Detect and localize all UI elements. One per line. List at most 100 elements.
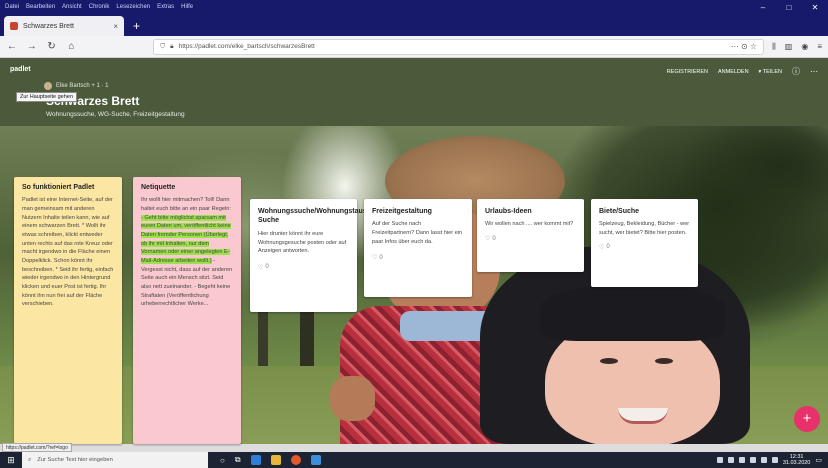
page-subtitle: Wohnungssuche, WG-Suche, Freizeitgestalt…	[46, 111, 185, 118]
card-title: So funktioniert Padlet	[22, 184, 95, 191]
padlet-header: padlet Elke Bartsch + 1 · 1 Zur Hauptsei…	[0, 58, 828, 126]
maximize-icon[interactable]: □	[776, 3, 802, 12]
comment-count: 0	[379, 254, 383, 261]
card-body-text: Ihr wollt hier mitmachen? Toll! Dann hal…	[141, 197, 231, 213]
share-button[interactable]: ▾ TEILEN	[759, 69, 782, 75]
comment-icon: ♡	[258, 264, 264, 271]
url-text: https://padlet.com/elke_bartsch/schwarze…	[178, 43, 315, 50]
card-title: Biete/Suche	[599, 208, 640, 215]
minimize-icon[interactable]: –	[750, 3, 776, 12]
nav-bar: ← → ↻ ⌂ ⛉ 🔒︎ https://padlet.com/elke_bar…	[0, 36, 828, 58]
tab-strip: Schwarzes Brett × +	[0, 14, 828, 36]
card-title: Netiquette	[141, 184, 176, 191]
lock-icon: 🔒︎	[170, 42, 174, 50]
menu-item-tools[interactable]: Extras	[157, 4, 174, 10]
task-view-icon[interactable]: ⧉	[235, 455, 241, 465]
home-icon[interactable]: ⌂	[65, 41, 77, 52]
windows-start-icon[interactable]: ⊞	[0, 455, 22, 466]
info-icon[interactable]: ⓘ	[792, 66, 800, 77]
taskbar-search-placeholder: Zur Suche Text hier eingeben	[37, 457, 113, 463]
library-icon[interactable]: ⫼	[772, 42, 776, 52]
window-titlebar: Datei Bearbeiten Ansicht Chronik Lesezei…	[0, 0, 828, 14]
card-body: Hier drunter könnt ihr eure Wohnungsgesu…	[258, 230, 347, 255]
address-bar[interactable]: ⛉ 🔒︎ https://padlet.com/elke_bartsch/sch…	[153, 38, 765, 55]
forward-icon[interactable]: →	[26, 41, 38, 52]
comment-count: 0	[492, 235, 496, 242]
card-comments[interactable]: ♡ 0	[599, 244, 690, 251]
extension-icon[interactable]: ◉	[801, 42, 808, 52]
edge-icon[interactable]	[250, 455, 261, 465]
card-comments[interactable]: ♡ 0	[372, 254, 464, 262]
menu-bar: Datei Bearbeiten Ansicht Chronik Lesezei…	[0, 4, 193, 10]
add-post-button[interactable]: +	[794, 406, 820, 432]
close-tab-icon[interactable]: ×	[113, 22, 118, 31]
tab-title: Schwarzes Brett	[23, 22, 74, 30]
mail-icon[interactable]	[310, 455, 321, 465]
card-body-highlight: - Geht bitte möglichst sparsam mit euren…	[141, 214, 231, 265]
card-body: Wir wollen nach .... wer kommt mit?	[485, 221, 574, 228]
card-freizeitgestaltung[interactable]: Freizeitgestaltung Auf der Suche nach Fr…	[364, 199, 472, 297]
menu-item-help[interactable]: Hilfe	[181, 4, 193, 10]
comment-icon: ♡	[372, 255, 378, 262]
close-window-icon[interactable]: ✕	[802, 3, 828, 12]
card-urlaubs-ideen[interactable]: Urlaubs-Ideen Wir wollen nach .... wer k…	[477, 199, 584, 272]
menu-item-history[interactable]: Chronik	[89, 4, 110, 10]
back-icon[interactable]: ←	[6, 41, 18, 52]
card-title: Urlaubs-Ideen	[485, 208, 532, 215]
card-body: Padlet ist eine Internet-Seite, auf der …	[22, 197, 114, 308]
clock[interactable]: 12:31 31.03.2020	[783, 454, 811, 466]
search-icon: ⌕	[28, 456, 32, 463]
toolbar-right: ⫼ ▥ ◉ ≡	[772, 42, 822, 52]
cortana-icon[interactable]: ○	[220, 456, 225, 465]
browser-tab[interactable]: Schwarzes Brett ×	[4, 16, 124, 36]
shield-icon[interactable]: ⛉	[160, 43, 165, 51]
menu-item-bookmarks[interactable]: Lesezeichen	[116, 4, 150, 10]
more-icon[interactable]: ⋯	[810, 67, 818, 76]
register-button[interactable]: REGISTRIEREN	[667, 69, 708, 75]
card-comments[interactable]: ♡ 0	[258, 264, 349, 271]
padlet-author[interactable]: Elke Bartsch + 1 · 1	[44, 82, 109, 90]
taskbar-apps: ○ ⧉	[208, 455, 321, 465]
card-body: Auf der Suche nach Freizeitpartnern? Dan…	[372, 221, 463, 245]
windows-taskbar: ⊞ ⌕ Zur Suche Text hier eingeben ○ ⧉ 12:…	[0, 452, 828, 468]
menu-item-view[interactable]: Ansicht	[62, 4, 82, 10]
login-button[interactable]: ANMELDEN	[718, 69, 749, 75]
menu-item-edit[interactable]: Bearbeiten	[26, 4, 55, 10]
card-title: Freizeitgestaltung	[372, 208, 432, 215]
network-icon[interactable]	[760, 457, 767, 463]
system-tray: 12:31 31.03.2020 ▭	[716, 454, 828, 466]
card-body: Spielzeug, Bekleidung, Bücher - wer such…	[599, 221, 690, 237]
notification-icon[interactable]: ▭	[815, 456, 822, 464]
card-title: Wohnungssuche/Wohnungstausch/WG-Suche	[258, 208, 392, 225]
reload-icon[interactable]: ↻	[46, 41, 58, 52]
comment-icon: ♡	[485, 236, 491, 243]
woman-eye-shape	[600, 358, 618, 364]
menu-item-file[interactable]: Datei	[5, 4, 19, 10]
padlet-logo[interactable]: padlet	[10, 66, 31, 73]
new-tab-icon[interactable]: +	[124, 19, 140, 36]
tray-icon[interactable]	[727, 457, 734, 463]
avatar	[44, 82, 52, 90]
child-hand-shape	[330, 376, 375, 421]
hamburger-menu-icon[interactable]: ≡	[817, 42, 822, 52]
status-url: https://padlet.com/?ref=logo	[2, 443, 72, 452]
header-actions: REGISTRIEREN ANMELDEN ▾ TEILEN ⓘ ⋯	[667, 66, 818, 77]
card-body: Ihr wollt hier mitmachen? Toll! Dann hal…	[141, 196, 233, 309]
tray-icon[interactable]	[716, 457, 723, 463]
tray-icon[interactable]	[749, 457, 756, 463]
woman-bangs-shape	[540, 286, 725, 341]
card-wohnungssuche[interactable]: Wohnungssuche/Wohnungstausch/WG-Suche Hi…	[250, 199, 392, 312]
taskbar-search[interactable]: ⌕ Zur Suche Text hier eingeben	[22, 452, 208, 468]
card-so-funktioniert-padlet[interactable]: So funktioniert Padlet Padlet ist eine I…	[14, 177, 122, 444]
volume-icon[interactable]	[771, 457, 778, 463]
page-actions[interactable]: ⋯ ⊙ ☆	[731, 42, 757, 51]
card-comments[interactable]: ♡ 0	[485, 235, 576, 243]
card-netiquette[interactable]: Netiquette Ihr wollt hier mitmachen? Tol…	[133, 177, 241, 444]
card-biete-suche[interactable]: Biete/Suche Spielzeug, Bekleidung, Büche…	[591, 199, 698, 287]
author-name: Elke Bartsch + 1 · 1	[56, 83, 109, 89]
firefox-icon[interactable]	[290, 455, 301, 465]
file-explorer-icon[interactable]	[270, 455, 281, 465]
sidebar-icon[interactable]: ▥	[785, 42, 793, 52]
card-body-text: - Vergesst nicht, dass auf der anderen S…	[141, 258, 233, 308]
tray-icon[interactable]	[738, 457, 745, 463]
